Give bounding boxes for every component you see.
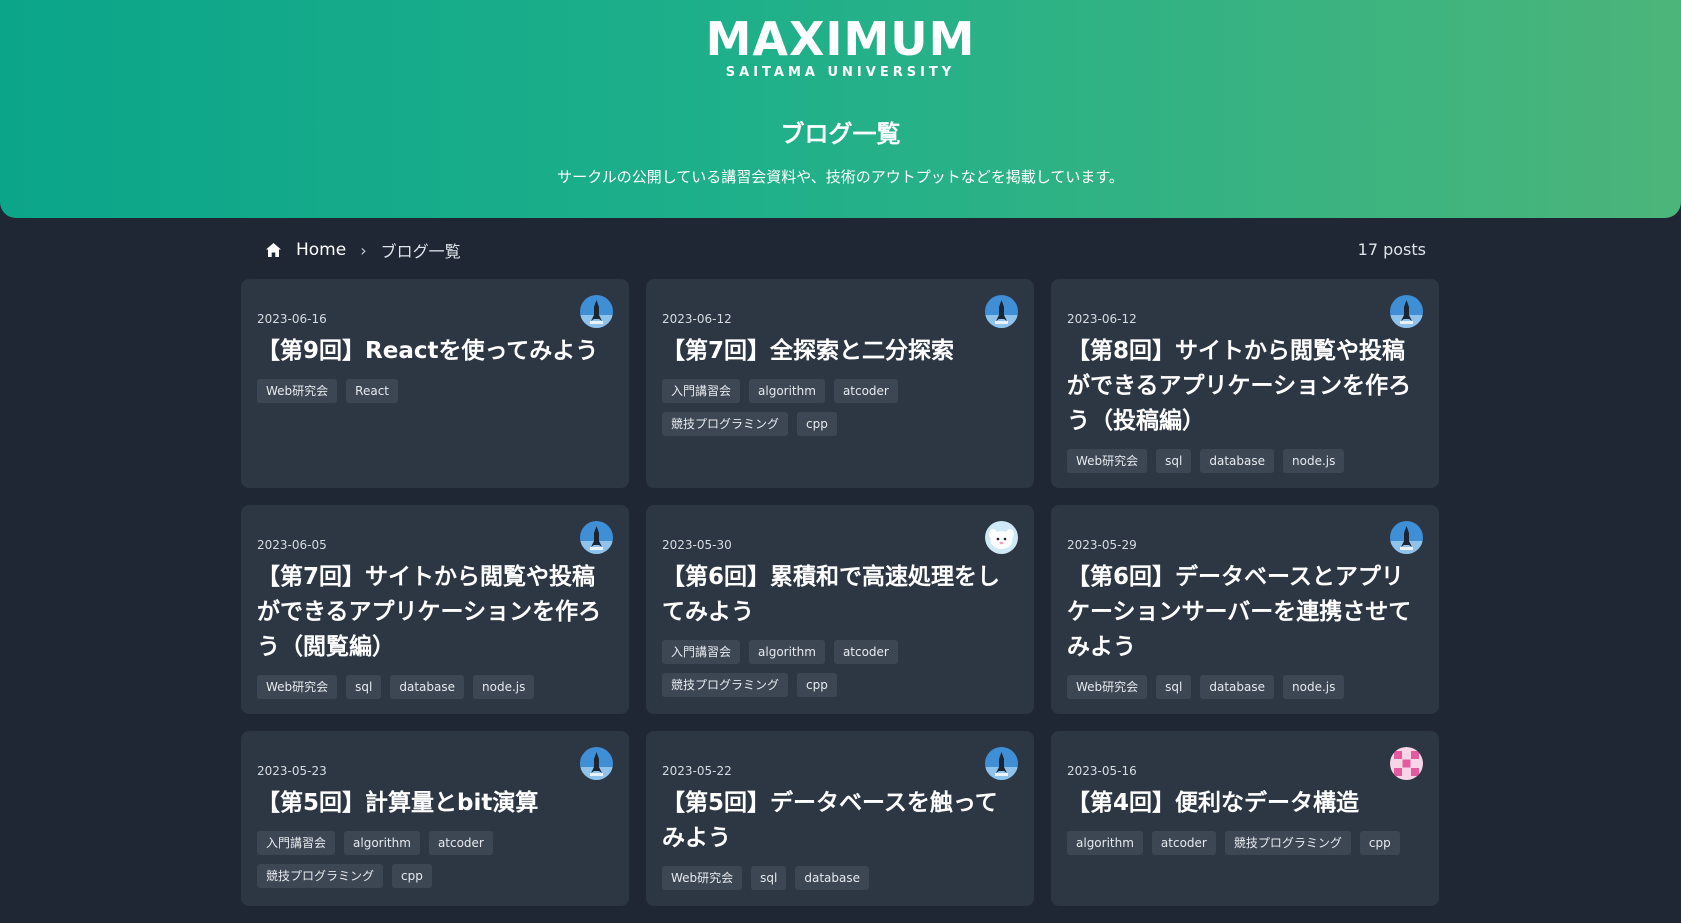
tag-chip[interactable]: node.js [473, 675, 535, 699]
post-title[interactable]: 【第7回】サイトから閲覧や投稿ができるアプリケーションを作ろう（閲覧編） [257, 560, 613, 665]
tag-chip[interactable]: cpp [1359, 831, 1400, 855]
tag-chip[interactable]: Web研究会 [1067, 449, 1148, 473]
post-card[interactable]: 2023-06-12 【第8回】サイトから閲覧や投稿ができるアプリケーションを作… [1051, 279, 1439, 488]
post-card-list: 2023-06-16 【第9回】Reactを使ってみよう Web研究会 React… [241, 279, 1439, 906]
chevron-right-icon: › [360, 240, 367, 260]
tag-chip[interactable]: algorithm [749, 379, 825, 403]
page-description: サークルの公開している講習会資料や、技術のアウトプットなどを掲載しています。 [557, 168, 1124, 186]
post-title[interactable]: 【第6回】累積和で高速処理をしてみよう [662, 560, 1018, 630]
post-card[interactable]: 2023-05-30 【第6回】累積和で高速処理をしてみよう 入門講習会 algo… [646, 505, 1034, 714]
tag-chip[interactable]: cpp [392, 864, 432, 888]
character-avatar [985, 521, 1018, 554]
rocket-avatar [1390, 295, 1423, 328]
tag-chip[interactable]: 入門講習会 [662, 379, 741, 403]
post-tags: 入門講習会 algorithm atcoder 競技プログラミング cpp [662, 379, 1018, 436]
post-card[interactable]: 2023-06-05 【第7回】サイトから閲覧や投稿ができるアプリケーションを作… [241, 505, 629, 714]
rocket-avatar [985, 747, 1018, 780]
tag-chip[interactable]: 競技プログラミング [257, 864, 384, 888]
tag-chip[interactable]: Web研究会 [257, 379, 338, 403]
tag-chip[interactable]: algorithm [1067, 831, 1143, 855]
tag-chip[interactable]: Web研究会 [662, 866, 743, 890]
post-tags: Web研究会 sql database node.js [1067, 449, 1423, 473]
post-card[interactable]: 2023-06-12 【第7回】全探索と二分探索 入門講習会 algorithm a… [646, 279, 1034, 488]
post-card[interactable]: 2023-06-16 【第9回】Reactを使ってみよう Web研究会 React [241, 279, 629, 488]
post-title[interactable]: 【第8回】サイトから閲覧や投稿ができるアプリケーションを作ろう（投稿編） [1067, 334, 1423, 439]
tag-chip[interactable]: atcoder [833, 379, 898, 403]
site-logo[interactable]: MAXIMUM SAITAMA UNIVERSITY [0, 16, 1681, 80]
tag-chip[interactable]: sql [751, 866, 787, 890]
tag-chip[interactable]: 競技プログラミング [1224, 831, 1351, 855]
tag-chip[interactable]: sql [1156, 675, 1192, 699]
tag-chip[interactable]: atcoder [1151, 831, 1216, 855]
post-title[interactable]: 【第7回】全探索と二分探索 [662, 334, 1018, 369]
post-card[interactable]: 2023-05-23 【第5回】計算量とbit演算 入門講習会 algorithm… [241, 731, 629, 906]
post-date: 2023-06-16 [257, 312, 327, 326]
post-date: 2023-05-16 [1067, 764, 1137, 778]
home-icon[interactable] [265, 242, 282, 258]
post-date: 2023-05-29 [1067, 538, 1137, 552]
post-card[interactable]: 2023-05-22 【第5回】データベースを触ってみよう Web研究会 sql d… [646, 731, 1034, 906]
post-card[interactable]: 2023-05-29 【第6回】データベースとアプリケーションサーバーを連携させ… [1051, 505, 1439, 714]
tag-chip[interactable]: database [1200, 675, 1275, 699]
tag-chip[interactable]: 入門講習会 [662, 640, 741, 664]
post-date: 2023-05-23 [257, 764, 327, 778]
tag-chip[interactable]: React [346, 379, 399, 403]
tag-chip[interactable]: 競技プログラミング [662, 673, 789, 697]
tag-chip[interactable]: 競技プログラミング [662, 412, 789, 436]
post-date: 2023-06-05 [257, 538, 327, 552]
tag-chip[interactable]: Web研究会 [1067, 675, 1148, 699]
tag-chip[interactable]: cpp [797, 673, 837, 697]
logo-subtext: SAITAMA UNIVERSITY [725, 65, 956, 80]
post-title[interactable]: 【第5回】データベースを触ってみよう [662, 786, 1018, 856]
post-tags: 入門講習会 algorithm atcoder 競技プログラミング cpp [257, 831, 613, 888]
tag-chip[interactable]: algorithm [749, 640, 825, 664]
tag-chip[interactable]: sql [1156, 449, 1192, 473]
rocket-avatar [580, 295, 613, 328]
rocket-avatar [580, 747, 613, 780]
post-tags: Web研究会 React [257, 379, 613, 403]
breadcrumb: Home › ブログ一覧 [265, 237, 461, 263]
tag-chip[interactable]: atcoder [833, 640, 898, 664]
post-date: 2023-05-30 [662, 538, 732, 552]
post-title[interactable]: 【第5回】計算量とbit演算 [257, 786, 613, 821]
tag-chip[interactable]: node.js [1283, 449, 1345, 473]
post-tags: algorithm atcoder 競技プログラミング cpp [1067, 831, 1423, 855]
tag-chip[interactable]: database [795, 866, 870, 890]
tag-chip[interactable]: database [390, 675, 465, 699]
post-tags: Web研究会 sql database [662, 866, 1018, 890]
post-card[interactable]: 2023-05-16 【第4回】便利なデータ構造 algorithm atcode… [1051, 731, 1439, 906]
page-title: ブログ一覧 [780, 120, 901, 148]
post-tags: Web研究会 sql database node.js [1067, 675, 1423, 699]
tag-chip[interactable]: cpp [797, 412, 837, 436]
post-title[interactable]: 【第9回】Reactを使ってみよう [257, 334, 613, 369]
tag-chip[interactable]: algorithm [344, 831, 420, 855]
rocket-avatar [985, 295, 1018, 328]
posts-count: 17 posts [1357, 240, 1426, 259]
tag-chip[interactable]: Web研究会 [257, 675, 338, 699]
tag-chip[interactable]: node.js [1283, 675, 1345, 699]
post-tags: 入門講習会 algorithm atcoder 競技プログラミング cpp [662, 640, 1018, 697]
breadcrumb-home-link[interactable]: Home [296, 240, 346, 260]
post-date: 2023-06-12 [662, 312, 732, 326]
post-tags: Web研究会 sql database node.js [257, 675, 613, 699]
tag-chip[interactable]: 入門講習会 [257, 831, 336, 855]
breadcrumb-current: ブログ一覧 [380, 242, 461, 261]
rocket-avatar [1390, 521, 1423, 554]
logo-text: MAXIMUM [705, 12, 976, 66]
blog-list-page: MAXIMUM SAITAMA UNIVERSITY ブログ一覧 サークルの公開… [0, 0, 1681, 923]
post-date: 2023-06-12 [1067, 312, 1137, 326]
tag-chip[interactable]: sql [346, 675, 382, 699]
post-date: 2023-05-22 [662, 764, 732, 778]
tag-chip[interactable]: atcoder [428, 831, 493, 855]
page-header: MAXIMUM SAITAMA UNIVERSITY ブログ一覧 サークルの公開… [0, 0, 1681, 218]
pattern-avatar [1390, 747, 1423, 780]
post-title[interactable]: 【第6回】データベースとアプリケーションサーバーを連携させてみよう [1067, 560, 1423, 665]
post-title[interactable]: 【第4回】便利なデータ構造 [1067, 786, 1423, 821]
tag-chip[interactable]: database [1200, 449, 1275, 473]
rocket-avatar [580, 521, 613, 554]
